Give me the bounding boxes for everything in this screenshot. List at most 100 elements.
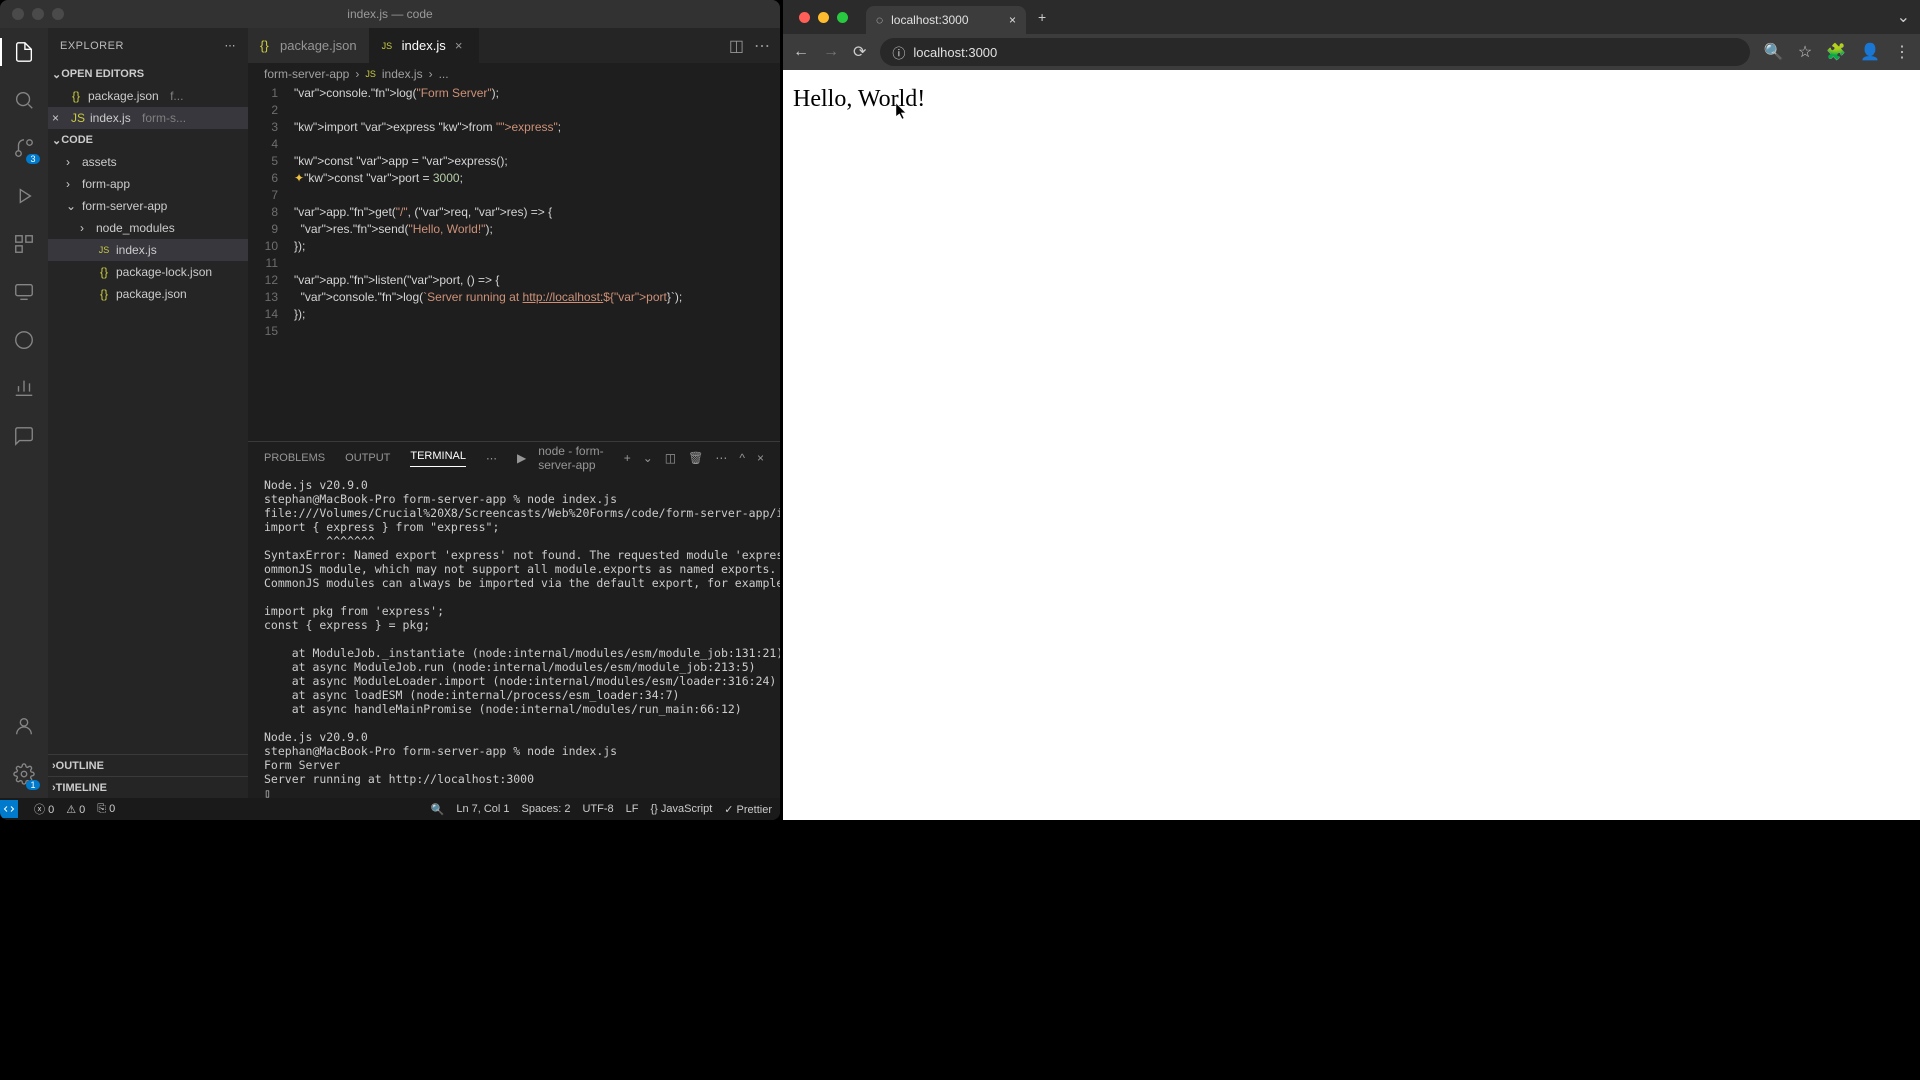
tab-bar: {}package.json JSindex.js × ◫ ⋯: [248, 28, 780, 63]
close-icon[interactable]: [12, 8, 24, 20]
more-icon[interactable]: ⋯: [486, 452, 497, 465]
status-prettier[interactable]: ✓ Prettier: [724, 803, 772, 816]
shell-name[interactable]: node - form-server-app: [538, 444, 611, 472]
chrome-tabstrip: ◌ localhost:3000 × + ⌄: [783, 0, 1920, 34]
account-icon[interactable]: [10, 712, 38, 740]
azure-icon[interactable]: [10, 326, 38, 354]
tab-output[interactable]: OUTPUT: [345, 452, 390, 464]
explorer-icon[interactable]: [10, 38, 38, 66]
minimize-icon[interactable]: [32, 8, 44, 20]
close-panel-icon[interactable]: ×: [757, 451, 764, 465]
search-icon[interactable]: [10, 86, 38, 114]
status-warnings[interactable]: ⚠ 0: [66, 803, 85, 816]
close-icon[interactable]: ×: [1009, 13, 1016, 27]
more-icon[interactable]: ⋯: [225, 39, 237, 52]
terminal[interactable]: Node.js v20.9.0 stephan@MacBook-Pro form…: [248, 474, 780, 798]
extensions-icon[interactable]: [10, 230, 38, 258]
chevron-down-icon[interactable]: ⌄: [1897, 7, 1920, 27]
tab-package-json[interactable]: {}package.json: [248, 28, 370, 63]
maximize-panel-icon[interactable]: ^: [739, 451, 745, 465]
tree-item-assets[interactable]: ›assets: [48, 151, 248, 173]
back-button[interactable]: ←: [793, 43, 809, 61]
scm-icon[interactable]: 3: [10, 134, 38, 162]
shell-icon: ▶: [517, 451, 526, 465]
scm-badge: 3: [26, 154, 40, 164]
gear-badge: 1: [26, 780, 40, 790]
info-icon[interactable]: ⓘ: [892, 43, 905, 62]
more-icon[interactable]: ⋯: [715, 451, 727, 465]
timeline-header[interactable]: ›TIMELINE: [48, 776, 248, 798]
comment-icon[interactable]: [10, 422, 38, 450]
split-terminal-icon[interactable]: ◫: [665, 451, 676, 465]
status-lang[interactable]: {} JavaScript: [650, 803, 712, 815]
address-bar[interactable]: ⓘ localhost:3000: [880, 38, 1749, 66]
debug-icon[interactable]: [10, 182, 38, 210]
status-spaces[interactable]: Spaces: 2: [522, 803, 571, 815]
panel: PROBLEMS OUTPUT TERMINAL ⋯ ▶ node - form…: [248, 441, 780, 798]
new-terminal-icon[interactable]: +: [624, 451, 631, 465]
open-editors-header[interactable]: ⌄OPEN EDITORS: [48, 63, 248, 85]
chevron-down-icon[interactable]: ⌄: [643, 451, 653, 465]
code-section-header[interactable]: ⌄CODE: [48, 129, 248, 151]
open-editor-item[interactable]: ×JSindex.js form-s...: [48, 107, 248, 129]
profile-icon[interactable]: 👤: [1860, 42, 1880, 62]
extensions-icon[interactable]: 🧩: [1826, 42, 1846, 62]
split-editor-icon[interactable]: ◫: [729, 36, 744, 56]
menu-icon[interactable]: ⋮: [1894, 42, 1910, 62]
sidebar-header: EXPLORER ⋯: [48, 28, 248, 63]
tree-item-package.json[interactable]: {}package.json: [48, 283, 248, 305]
tree-item-form-app[interactable]: ›form-app: [48, 173, 248, 195]
globe-icon: ◌: [876, 13, 883, 27]
tree-item-form-server-app[interactable]: ⌄form-server-app: [48, 195, 248, 217]
tab-terminal[interactable]: TERMINAL: [410, 450, 466, 467]
zoom-icon[interactable]: 🔍: [1764, 42, 1784, 62]
editor-group: {}package.json JSindex.js × ◫ ⋯ form-ser…: [248, 28, 780, 798]
outline-header[interactable]: ›OUTLINE: [48, 754, 248, 776]
url-text: localhost:3000: [913, 45, 997, 60]
chrome-window: ◌ localhost:3000 × + ⌄ ← → ⟳ ⓘ localhost…: [780, 0, 1920, 820]
status-eol[interactable]: LF: [626, 803, 639, 815]
status-ports[interactable]: ⎘ 0: [97, 803, 115, 816]
explorer-label: EXPLORER: [60, 40, 124, 52]
mouse-cursor: [896, 103, 910, 121]
tab-title: localhost:3000: [891, 13, 968, 27]
close-icon[interactable]: ×: [452, 38, 466, 53]
sidebar: EXPLORER ⋯ ⌄OPEN EDITORS {}package.json …: [48, 28, 248, 798]
gear-icon[interactable]: 1: [10, 760, 38, 788]
panel-tabs: PROBLEMS OUTPUT TERMINAL ⋯ ▶ node - form…: [248, 442, 780, 474]
tab-problems[interactable]: PROBLEMS: [264, 452, 325, 464]
chrome-toolbar: ← → ⟳ ⓘ localhost:3000 🔍 ☆ 🧩 👤 ⋮: [783, 34, 1920, 70]
open-editor-item[interactable]: {}package.json f...: [48, 85, 248, 107]
tree-item-package-lock.json[interactable]: {}package-lock.json: [48, 261, 248, 283]
status-position[interactable]: Ln 7, Col 1: [456, 803, 509, 815]
new-tab-button[interactable]: +: [1026, 9, 1058, 25]
window-controls[interactable]: [0, 8, 64, 20]
window-title: index.js — code: [347, 7, 432, 21]
bookmark-icon[interactable]: ☆: [1798, 42, 1812, 62]
page-content: Hello, World!: [783, 70, 1920, 820]
forward-button[interactable]: →: [823, 43, 839, 61]
minimize-icon[interactable]: [818, 12, 829, 23]
search-icon[interactable]: 🔍: [431, 803, 445, 816]
code-editor[interactable]: 123456789101112131415 "var">console."fn"…: [248, 85, 780, 441]
activity-bar: 3 1: [0, 28, 48, 798]
remote-icon[interactable]: [10, 278, 38, 306]
maximize-icon[interactable]: [52, 8, 64, 20]
tree-item-node_modules[interactable]: ›node_modules: [48, 217, 248, 239]
status-encoding[interactable]: UTF-8: [582, 803, 613, 815]
window-controls[interactable]: [791, 12, 856, 23]
remote-indicator[interactable]: [0, 800, 18, 818]
status-bar: ⓧ 0 ⚠ 0 ⎘ 0 🔍 Ln 7, Col 1 Spaces: 2 UTF-…: [0, 798, 780, 820]
status-errors[interactable]: ⓧ 0: [34, 801, 54, 817]
tree-item-index.js[interactable]: JSindex.js: [48, 239, 248, 261]
more-icon[interactable]: ⋯: [754, 36, 770, 56]
trash-icon[interactable]: 🗑: [688, 451, 703, 465]
page-heading: Hello, World!: [793, 86, 1910, 113]
browser-tab[interactable]: ◌ localhost:3000 ×: [866, 6, 1026, 34]
breadcrumb[interactable]: form-server-app› JSindex.js› ...: [248, 63, 780, 85]
tab-index-js[interactable]: JSindex.js ×: [370, 28, 479, 63]
reload-button[interactable]: ⟳: [853, 42, 866, 62]
maximize-icon[interactable]: [837, 12, 848, 23]
close-icon[interactable]: [799, 12, 810, 23]
graph-icon[interactable]: [10, 374, 38, 402]
